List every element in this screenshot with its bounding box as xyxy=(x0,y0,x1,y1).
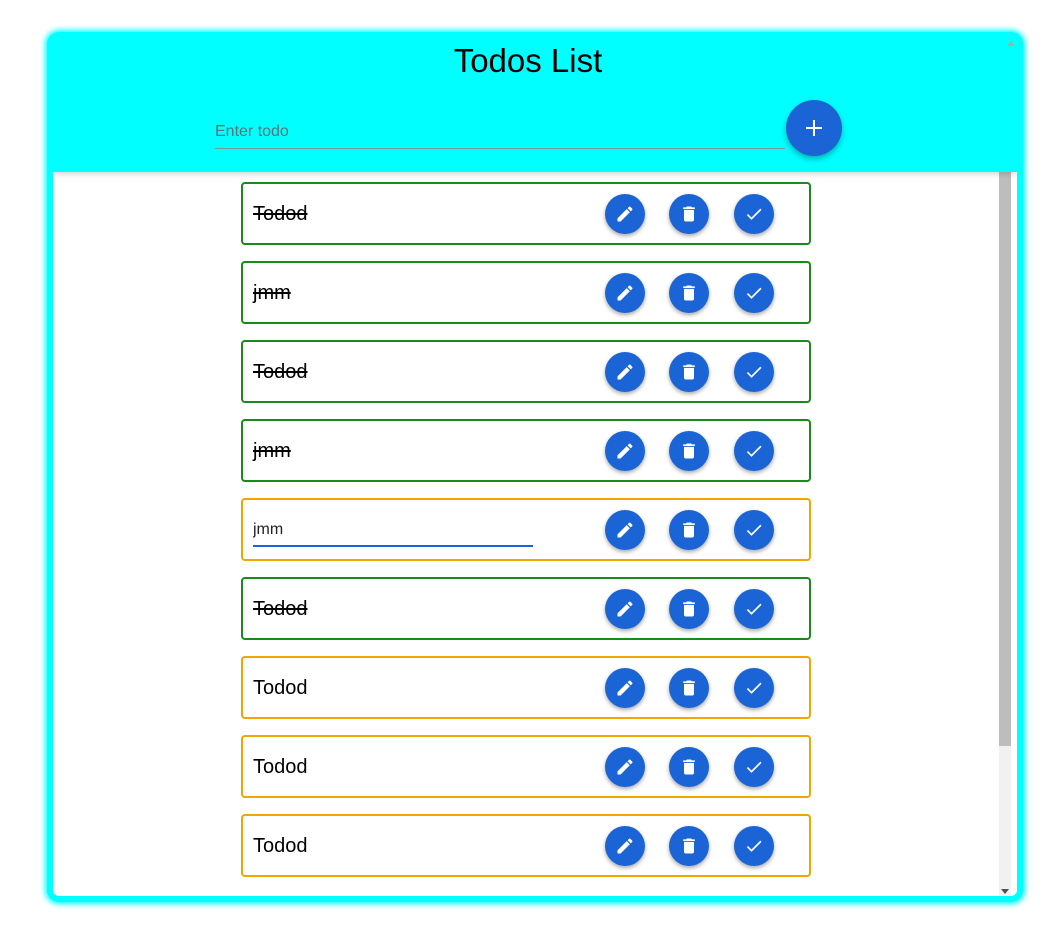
scrollbar-header-gap xyxy=(1005,38,1017,172)
pencil-icon xyxy=(617,838,633,854)
complete-todo-button[interactable] xyxy=(734,194,774,234)
delete-todo-button[interactable] xyxy=(669,826,709,866)
todo-text: Todod xyxy=(253,598,308,620)
complete-todo-button[interactable] xyxy=(734,431,774,471)
delete-todo-button[interactable] xyxy=(669,668,709,708)
complete-todo-button[interactable] xyxy=(734,747,774,787)
todo-edit-input[interactable] xyxy=(253,517,533,539)
edit-todo-button[interactable] xyxy=(605,194,645,234)
edit-todo-button[interactable] xyxy=(605,510,645,550)
edit-todo-button[interactable] xyxy=(605,826,645,866)
edit-todo-button[interactable] xyxy=(605,589,645,629)
delete-todo-button[interactable] xyxy=(669,431,709,471)
delete-todo-button[interactable] xyxy=(669,589,709,629)
edit-todo-button[interactable] xyxy=(605,668,645,708)
todo-input-field[interactable] xyxy=(215,118,785,149)
delete-todo-button[interactable] xyxy=(669,747,709,787)
todo-text: Todod xyxy=(253,203,308,225)
check-icon xyxy=(746,603,762,615)
pencil-icon xyxy=(617,443,633,459)
complete-todo-button[interactable] xyxy=(734,510,774,550)
complete-todo-button[interactable] xyxy=(734,668,774,708)
trash-icon xyxy=(683,443,695,459)
todo-item: Todod xyxy=(241,182,811,245)
todo-app-frame: Todos List TododjmmTododjmmTododTododTod… xyxy=(47,32,1023,902)
delete-todo-button[interactable] xyxy=(669,194,709,234)
scrollbar[interactable] xyxy=(999,172,1011,896)
complete-todo-button[interactable] xyxy=(734,273,774,313)
add-todo-button[interactable] xyxy=(786,100,842,156)
todo-item: jmm xyxy=(241,261,811,324)
complete-todo-button[interactable] xyxy=(734,352,774,392)
todo-edit-field[interactable] xyxy=(253,517,533,547)
todo-text: jmm xyxy=(253,282,291,304)
check-icon xyxy=(746,524,762,536)
todo-item: jmm xyxy=(241,419,811,482)
edit-todo-button[interactable] xyxy=(605,352,645,392)
edit-todo-button[interactable] xyxy=(605,747,645,787)
scrollbar-thumb[interactable] xyxy=(999,172,1011,746)
pencil-icon xyxy=(617,601,633,617)
plus-icon xyxy=(806,120,822,136)
delete-todo-button[interactable] xyxy=(669,273,709,313)
trash-icon xyxy=(683,601,695,617)
page-title: Todos List xyxy=(453,42,603,79)
todo-item: Todod xyxy=(241,814,811,877)
check-icon xyxy=(746,445,762,457)
todo-item: Todod xyxy=(241,577,811,640)
pencil-icon xyxy=(617,364,633,380)
trash-icon xyxy=(683,680,695,696)
pencil-icon xyxy=(617,759,633,775)
complete-todo-button[interactable] xyxy=(734,826,774,866)
pencil-icon xyxy=(617,680,633,696)
complete-todo-button[interactable] xyxy=(734,589,774,629)
check-icon xyxy=(746,840,762,852)
check-icon xyxy=(746,287,762,299)
pencil-icon xyxy=(617,285,633,301)
todo-item xyxy=(241,498,811,561)
todo-item: Todod xyxy=(241,735,811,798)
todo-text: Todod xyxy=(253,361,308,383)
trash-icon xyxy=(683,364,695,380)
todo-list: Todod jmm Todod jmm Todod Todod Todod Todod xyxy=(53,172,999,896)
check-icon xyxy=(746,208,762,220)
header: Todos List xyxy=(53,38,1017,172)
trash-icon xyxy=(683,838,695,854)
delete-todo-button[interactable] xyxy=(669,510,709,550)
check-icon xyxy=(746,682,762,694)
todo-item: Todod xyxy=(241,340,811,403)
trash-icon xyxy=(683,759,695,775)
todo-input[interactable] xyxy=(215,118,785,146)
trash-icon xyxy=(683,206,695,222)
scroll-down-arrow-icon[interactable] xyxy=(1001,889,1009,894)
pencil-icon xyxy=(617,206,633,222)
scroll-up-arrow-icon[interactable] xyxy=(1007,41,1015,46)
check-icon xyxy=(746,761,762,773)
edit-todo-button[interactable] xyxy=(605,431,645,471)
trash-icon xyxy=(683,522,695,538)
todo-item: Todod xyxy=(241,656,811,719)
todo-text: Todod xyxy=(253,835,308,857)
check-icon xyxy=(746,366,762,378)
trash-icon xyxy=(683,285,695,301)
pencil-icon xyxy=(617,522,633,538)
edit-todo-button[interactable] xyxy=(605,273,645,313)
todo-text: Todod xyxy=(253,756,308,778)
delete-todo-button[interactable] xyxy=(669,352,709,392)
todo-text: jmm xyxy=(253,440,291,462)
todo-text: Todod xyxy=(253,677,308,699)
